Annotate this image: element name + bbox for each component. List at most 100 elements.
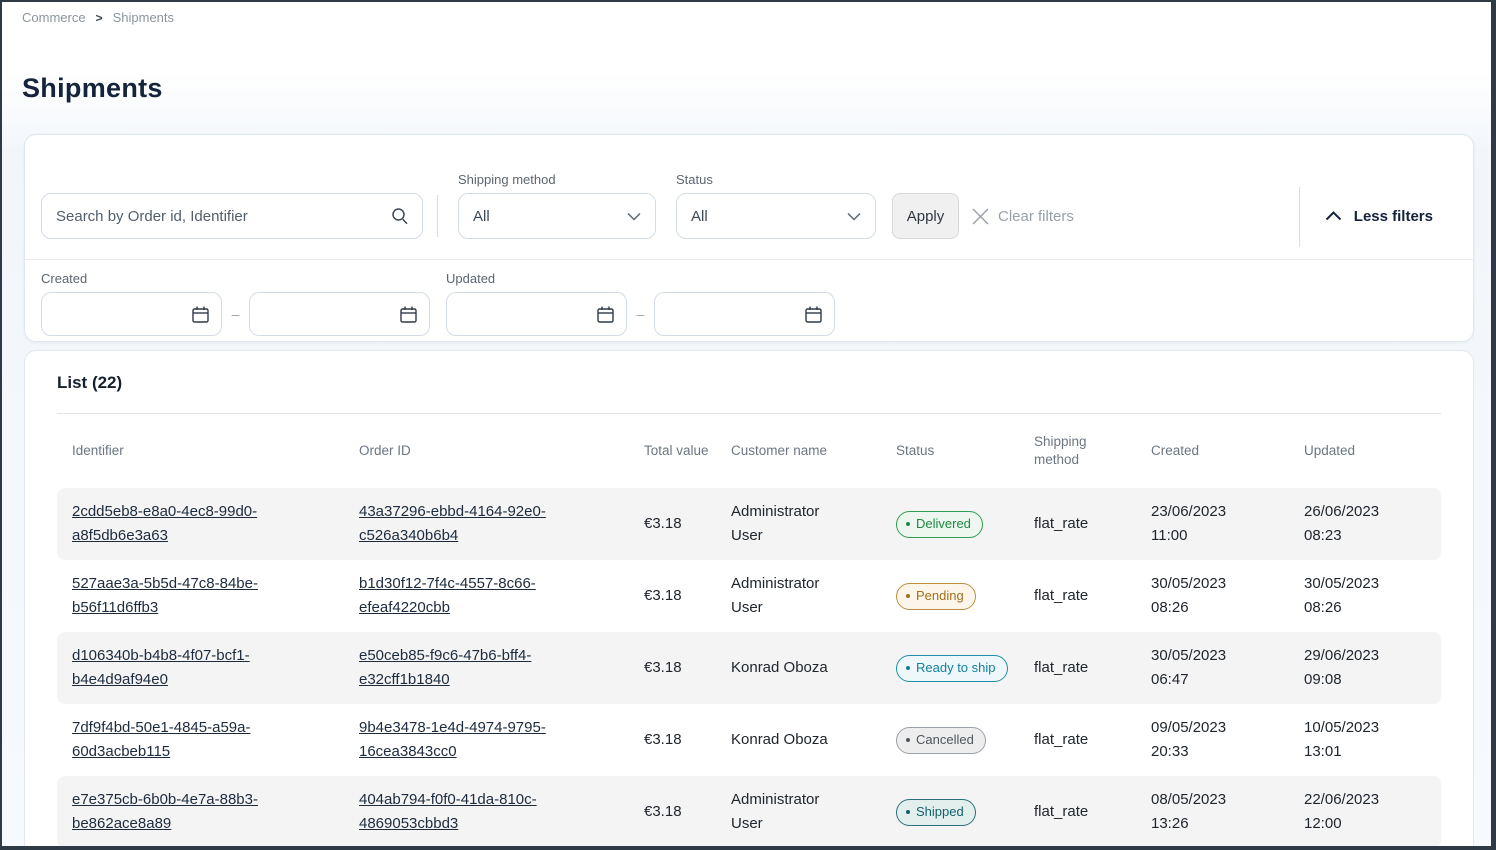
status-dot-icon (906, 522, 910, 526)
total-value-cell: €3.18 (629, 728, 716, 752)
total-value-cell: €3.18 (629, 584, 716, 608)
status-dot-icon (906, 594, 910, 598)
updated-cell: 10/05/2023 13:01 (1304, 716, 1414, 764)
column-header-updated: Updated (1289, 442, 1441, 460)
status-dot-icon (906, 810, 910, 814)
created-cell: 30/05/2023 08:26 (1151, 572, 1261, 620)
clear-filters-button[interactable]: Clear filters (972, 193, 1074, 239)
order-id-link[interactable]: b1d30f12-7f4c-4557-8c66-efeaf4220cbb (359, 572, 571, 620)
range-separator: – (627, 306, 654, 336)
shipping-method-cell: flat_rate (1019, 728, 1136, 752)
shipments-page: Commerce > Shipments Shipments Search by… (0, 0, 1496, 850)
less-filters-toggle[interactable]: Less filters (1325, 193, 1457, 239)
search-placeholder: Search by Order id, Identifier (56, 208, 248, 225)
breadcrumb: Commerce > Shipments (22, 10, 174, 25)
chevron-down-icon (627, 212, 641, 221)
column-header-status: Status (881, 442, 1019, 460)
identifier-link[interactable]: 2cdd5eb8-e8a0-4ec8-99d0-a8f5db6e3a63 (72, 500, 284, 548)
list-title: List (22) (57, 373, 1441, 395)
identifier-link[interactable]: 7df9f4bd-50e1-4845-a59a-60d3acbeb115 (72, 716, 284, 764)
shipping-method-cell: flat_rate (1019, 800, 1136, 824)
updated-cell: 22/06/2023 12:00 (1304, 788, 1414, 836)
order-id-link[interactable]: 404ab794-f0f0-41da-810c-4869053cbbd3 (359, 788, 571, 836)
column-header-customer-name: Customer name (716, 442, 881, 460)
customer-name-cell: Administrator User (731, 500, 841, 548)
updated-cell: 26/06/2023 08:23 (1304, 500, 1414, 548)
column-header-order-id: Order ID (344, 442, 629, 460)
shipping-method-cell: flat_rate (1019, 584, 1136, 608)
filter-divider (437, 195, 438, 237)
table-row: d106340b-b4b8-4f07-bcf1-b4e4d9af94e0 e50… (57, 632, 1441, 704)
identifier-link[interactable]: 527aae3a-5b5d-47c8-84be-b56f11d6ffb3 (72, 572, 284, 620)
table-body: 2cdd5eb8-e8a0-4ec8-99d0-a8f5db6e3a63 43a… (57, 488, 1441, 848)
identifier-link[interactable]: e7e375cb-6b0b-4e7a-88b3-be862ace8a89 (72, 788, 284, 836)
apply-button[interactable]: Apply (892, 193, 959, 239)
updated-cell: 30/05/2023 08:26 (1304, 572, 1414, 620)
customer-name-cell: Konrad Oboza (731, 728, 828, 752)
calendar-icon (399, 305, 418, 324)
customer-name-cell: Administrator User (731, 788, 841, 836)
shipping-method-label: Shipping method (458, 172, 656, 187)
breadcrumb-shipments[interactable]: Shipments (113, 10, 174, 25)
order-id-link[interactable]: 9b4e3478-1e4d-4974-9795-16cea3843cc0 (359, 716, 571, 764)
updated-to-input[interactable] (654, 292, 835, 336)
search-field[interactable]: Search by Order id, Identifier (41, 193, 423, 239)
customer-name-cell: Administrator User (731, 572, 841, 620)
breadcrumb-commerce[interactable]: Commerce (22, 10, 86, 25)
shipments-list-panel: List (22) Identifier Order ID Total valu… (24, 350, 1474, 850)
column-header-identifier: Identifier (57, 442, 344, 460)
shipping-method-value: All (473, 208, 490, 225)
filters-panel: Search by Order id, Identifier Shipping … (24, 134, 1474, 342)
status-badge: Pending (896, 583, 976, 610)
total-value-cell: €3.18 (629, 800, 716, 824)
filter-divider (1299, 187, 1300, 247)
shipping-method-select[interactable]: All (458, 193, 656, 239)
chevron-down-icon (847, 212, 861, 221)
created-cell: 09/05/2023 20:33 (1151, 716, 1261, 764)
breadcrumb-separator-icon: > (96, 11, 103, 25)
less-filters-label: Less filters (1354, 208, 1433, 225)
updated-from-input[interactable] (446, 292, 627, 336)
table-header: Identifier Order ID Total value Customer… (57, 414, 1441, 488)
order-id-link[interactable]: e50ceb85-f9c6-47b6-bff4-e32cff1b1840 (359, 644, 571, 692)
identifier-link[interactable]: d106340b-b4b8-4f07-bcf1-b4e4d9af94e0 (72, 644, 284, 692)
updated-label: Updated (446, 271, 835, 286)
status-dot-icon (906, 666, 910, 670)
shipping-method-cell: flat_rate (1019, 656, 1136, 680)
calendar-icon (596, 305, 615, 324)
status-badge: Shipped (896, 799, 976, 826)
created-from-input[interactable] (41, 292, 222, 336)
page-title: Shipments (22, 73, 163, 104)
order-id-link[interactable]: 43a37296-ebbd-4164-92e0-c526a340b6b4 (359, 500, 571, 548)
table-row: 527aae3a-5b5d-47c8-84be-b56f11d6ffb3 b1d… (57, 560, 1441, 632)
status-value: All (691, 208, 708, 225)
status-select[interactable]: All (676, 193, 876, 239)
status-dot-icon (906, 738, 910, 742)
created-cell: 30/05/2023 06:47 (1151, 644, 1261, 692)
chevron-up-icon (1325, 211, 1342, 221)
created-label: Created (41, 271, 430, 286)
created-cell: 23/06/2023 11:00 (1151, 500, 1261, 548)
search-icon (390, 206, 410, 226)
range-separator: – (222, 306, 249, 336)
total-value-cell: €3.18 (629, 512, 716, 536)
status-badge: Ready to ship (896, 655, 1008, 682)
table-row: 2cdd5eb8-e8a0-4ec8-99d0-a8f5db6e3a63 43a… (57, 488, 1441, 560)
close-icon (972, 208, 989, 225)
updated-cell: 29/06/2023 09:08 (1304, 644, 1414, 692)
customer-name-cell: Konrad Oboza (731, 656, 828, 680)
column-header-total-value: Total value (629, 442, 709, 460)
calendar-icon (191, 305, 210, 324)
calendar-icon (804, 305, 823, 324)
status-badge: Delivered (896, 511, 983, 538)
table-row: 7df9f4bd-50e1-4845-a59a-60d3acbeb115 9b4… (57, 704, 1441, 776)
total-value-cell: €3.18 (629, 656, 716, 680)
column-header-shipping-method: Shipping method (1019, 433, 1099, 469)
status-label: Status (676, 172, 876, 187)
shipping-method-cell: flat_rate (1019, 512, 1136, 536)
table-row: e7e375cb-6b0b-4e7a-88b3-be862ace8a89 404… (57, 776, 1441, 848)
column-header-created: Created (1136, 442, 1289, 460)
created-cell: 08/05/2023 13:26 (1151, 788, 1261, 836)
created-to-input[interactable] (249, 292, 430, 336)
status-badge: Cancelled (896, 727, 986, 754)
